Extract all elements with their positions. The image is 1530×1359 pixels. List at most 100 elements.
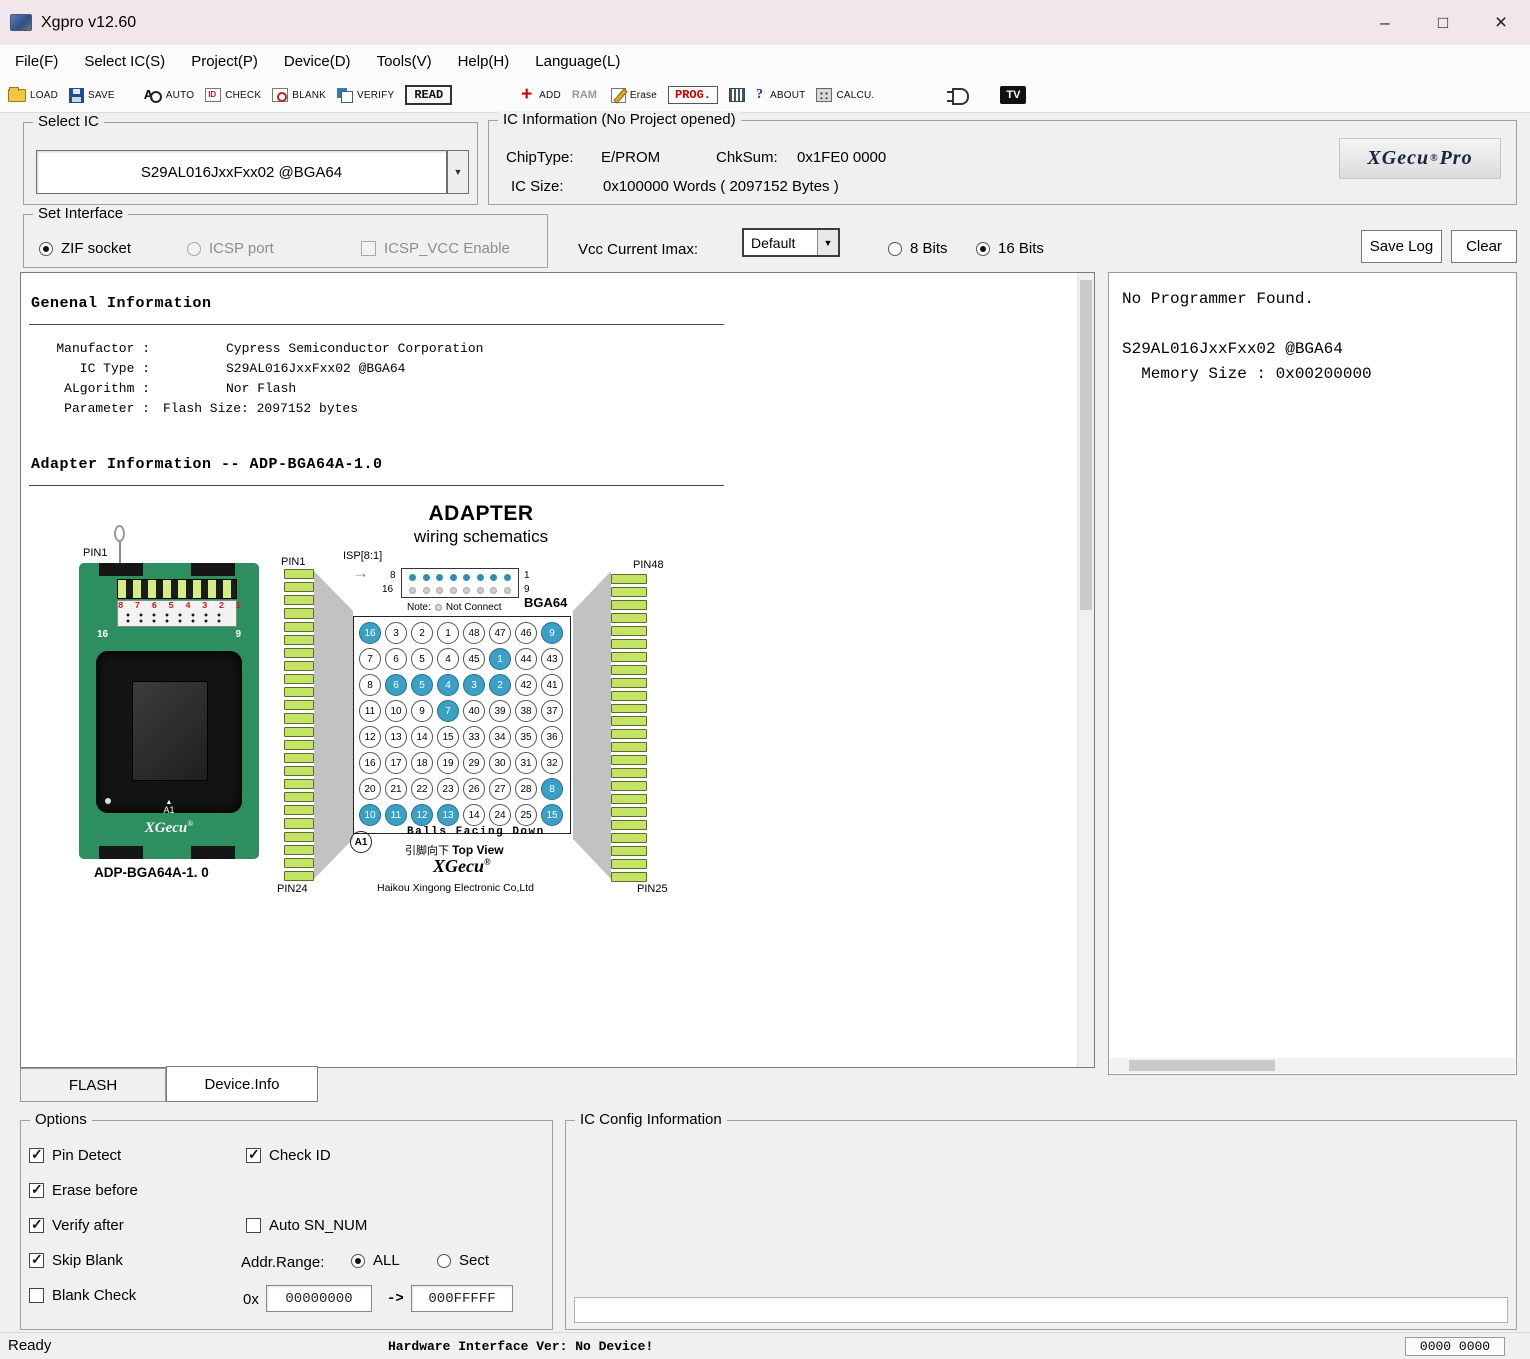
horizontal-scrollbar-thumb[interactable] — [1129, 1060, 1275, 1071]
pin-detect-checkbox[interactable]: Pin Detect — [29, 1147, 121, 1164]
pin-pad — [284, 858, 314, 868]
horizontal-scrollbar[interactable] — [1110, 1058, 1515, 1073]
info-row: ALgorithm :Nor Flash — [32, 381, 150, 401]
ic-information-group: IC Information (No Project opened) ChipT… — [488, 120, 1517, 205]
ic-pins-button[interactable] — [729, 88, 745, 102]
pin-pad — [611, 859, 647, 869]
log-text: No Programmer Found. S29AL016JxxFxx02 @B… — [1109, 273, 1516, 387]
brand-text: XGecu — [145, 820, 188, 836]
isp-note: Note: Not Connect — [407, 602, 502, 613]
pin-pad — [611, 691, 647, 701]
pcb-num-9: 9 — [235, 629, 241, 640]
menu-item-deviced[interactable]: Device(D) — [271, 45, 364, 78]
vcc-current-dropdown[interactable]: Default ▼ — [742, 228, 840, 257]
auto-icon — [144, 87, 162, 103]
menu-item-projectp[interactable]: Project(P) — [178, 45, 271, 78]
menu-item-helph[interactable]: Help(H) — [445, 45, 523, 78]
addr-start-input[interactable] — [266, 1285, 372, 1312]
tab-flash[interactable]: FLASH — [20, 1068, 166, 1102]
toolbar-label: LOAD — [30, 90, 58, 101]
addr-sect-radio[interactable]: Sect — [437, 1252, 489, 1269]
pin-detect-label: Pin Detect — [52, 1147, 121, 1164]
menu-item-toolsv[interactable]: Tools(V) — [364, 45, 445, 78]
skip-blank-checkbox[interactable]: Skip Blank — [29, 1252, 123, 1269]
window-title: Xgpro v12.60 — [41, 14, 136, 32]
isp-pin-dot — [436, 574, 443, 581]
maximize-button[interactable]: □ — [1414, 0, 1472, 45]
bga-ball: 9 — [541, 622, 563, 644]
icsp-vcc-checkbox[interactable]: ICSP_VCC Enable — [361, 240, 510, 257]
bga-ball: 12 — [411, 804, 433, 826]
bga-ball: 18 — [411, 752, 433, 774]
left-pin-strip — [284, 569, 314, 881]
toolbar-label: ABOUT — [770, 90, 805, 101]
logic-gate-button[interactable] — [947, 87, 971, 103]
icsp-port-radio[interactable]: ICSP port — [187, 240, 274, 257]
bits-16-radio[interactable]: 16 Bits — [976, 240, 1044, 257]
calcu-button[interactable]: CALCU. — [816, 88, 874, 102]
note-label: Note: — [407, 602, 431, 613]
zif-socket-radio[interactable]: ZIF socket — [39, 240, 131, 257]
ic-select-combobox[interactable]: S29AL016JxxFxx02 @BGA64 — [36, 150, 447, 194]
pin-pad — [611, 678, 647, 688]
ic-size-value: 0x100000 Words ( 2097152 Bytes ) — [603, 178, 839, 195]
bga-ball: 44 — [515, 648, 537, 670]
add-button[interactable]: ADD — [521, 87, 561, 103]
bits-8-radio[interactable]: 8 Bits — [888, 240, 948, 257]
bga-ball: 45 — [463, 648, 485, 670]
toolbar: LOAD SAVE AUTO CHECK BLANK VERIFY READ ADD Erase… — [0, 78, 1530, 113]
auto-button[interactable]: AUTO — [144, 87, 194, 103]
clear-button[interactable]: Clear — [1451, 230, 1517, 263]
menu-item-filef[interactable]: File(F) — [2, 45, 71, 78]
bga-ball: 16 — [359, 622, 381, 644]
menu-item-selectics[interactable]: Select IC(S) — [71, 45, 178, 78]
save-log-button[interactable]: Save Log — [1361, 230, 1442, 263]
bga-ball: 22 — [411, 778, 433, 800]
vertical-scrollbar-thumb[interactable] — [1080, 280, 1092, 610]
prog-button[interactable]: PROG. — [668, 86, 718, 104]
erase-button[interactable]: Erase — [611, 88, 657, 103]
check-id-checkbox[interactable]: Check ID — [246, 1147, 331, 1164]
ic-select-dropdown-button[interactable]: ▼ — [447, 150, 469, 194]
save-button[interactable]: SAVE — [69, 88, 115, 103]
ram-button[interactable] — [572, 88, 600, 102]
blank-check-checkbox[interactable]: Blank Check — [29, 1287, 136, 1304]
plus-icon — [521, 87, 535, 103]
save-log-label: Save Log — [1370, 238, 1433, 255]
vertical-scrollbar[interactable] — [1077, 273, 1094, 1067]
device-info-panel: Genenal Information Manufactor :Cypress … — [20, 272, 1095, 1068]
chksum-value: 0x1FE0 0000 — [797, 149, 886, 166]
load-button[interactable]: LOAD — [8, 89, 58, 102]
menu-item-languagel[interactable]: Language(L) — [522, 45, 633, 78]
bga-ball: 6 — [385, 674, 407, 696]
addr-all-radio[interactable]: ALL — [351, 1252, 400, 1269]
info-label: Parameter : — [32, 401, 150, 416]
pin-pad — [611, 794, 647, 804]
toolbar-label: ADD — [539, 90, 561, 101]
close-button[interactable]: × — [1472, 0, 1530, 45]
isp-row-bottom — [402, 584, 518, 597]
read-button[interactable]: READ — [405, 85, 452, 105]
tab-device-info[interactable]: Device.Info — [166, 1066, 318, 1102]
info-row: Manufactor :Cypress Semiconductor Corpor… — [32, 341, 150, 361]
pin-pad — [611, 652, 647, 662]
isp-pin-dot — [450, 587, 457, 594]
title-bar: Xgpro v12.60 – □ × — [0, 0, 1530, 45]
bga-ball: 10 — [359, 804, 381, 826]
auto-sn-checkbox[interactable]: Auto SN_NUM — [246, 1217, 367, 1234]
addr-end-input[interactable] — [411, 1285, 513, 1312]
xgecu-pro-logo: XGecu®Pro — [1339, 138, 1501, 179]
check-button[interactable]: CHECK — [205, 88, 261, 102]
erase-before-checkbox[interactable]: Erase before — [29, 1182, 138, 1199]
about-button[interactable]: ABOUT — [756, 87, 805, 103]
isp-pin-dot — [463, 587, 470, 594]
verify-button[interactable]: VERIFY — [337, 88, 394, 103]
verify-after-checkbox[interactable]: Verify after — [29, 1217, 124, 1234]
bga-ball: 46 — [515, 622, 537, 644]
blank-button[interactable]: BLANK — [272, 88, 326, 102]
minimize-button[interactable]: – — [1356, 0, 1414, 45]
tv-button[interactable]: TV — [1000, 86, 1026, 104]
info-label: IC Type : — [32, 361, 150, 376]
pin-pad — [611, 781, 647, 791]
connector-tab — [99, 563, 143, 576]
